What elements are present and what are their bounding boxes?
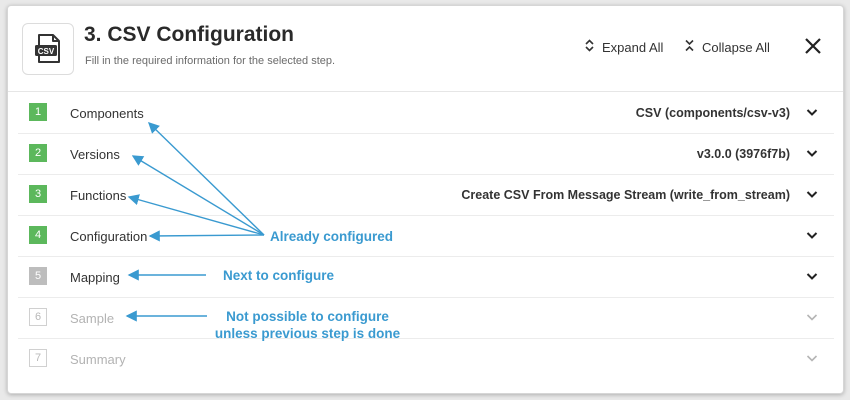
step-number-badge: 4 [29,226,47,244]
close-icon [805,38,821,54]
collapse-all-label: Collapse All [702,39,770,55]
page-subtitle: Fill in the required information for the… [85,55,336,67]
step-label: Mapping [70,269,120,285]
expand-all-label: Expand All [602,39,664,55]
step-number-badge: 6 [29,308,47,326]
step-number-badge: 3 [29,185,47,203]
step-label: Functions [70,187,127,203]
csv-configuration-panel: CSV 3. CSV Configuration Fill in the req… [7,5,844,394]
csv-file-icon: CSV [22,23,74,75]
chevron-down-icon [806,355,818,362]
annotation-next-to-configure: Next to configure [223,268,335,283]
step-row-versions[interactable]: 2 Versions v3.0.0 (3976f7b) [18,134,834,175]
step-number-badge: 2 [29,144,47,162]
step-row-configuration[interactable]: 4 Configuration [18,216,834,257]
annotation-already-configured: Already configured [270,229,394,244]
collapse-all-button[interactable]: Collapse All [684,39,770,55]
annotation-not-possible: Not possible to configure unless previou… [195,308,420,342]
chevron-down-icon [806,314,818,321]
step-value: CSV (components/csv-v3) [635,106,790,120]
step-label: Sample [70,310,115,326]
step-number-badge: 5 [29,267,47,285]
step-number-badge: 7 [29,349,47,367]
step-value: v3.0.0 (3976f7b) [696,147,790,161]
panel-header: CSV 3. CSV Configuration Fill in the req… [8,6,843,92]
chevron-down-icon[interactable] [806,148,818,158]
step-label: Components [70,105,144,121]
svg-text:CSV: CSV [38,47,55,56]
expand-all-button[interactable]: Expand All [584,39,663,55]
step-value: Create CSV From Message Stream (write_fr… [461,188,790,202]
step-label: Versions [70,146,120,162]
step-row-mapping[interactable]: 5 Mapping [18,257,834,298]
close-button[interactable] [801,34,825,58]
step-label: Configuration [70,228,148,244]
expand-icon [584,39,594,55]
chevron-down-icon[interactable] [806,271,818,281]
step-row-functions[interactable]: 3 Functions Create CSV From Message Stre… [18,175,834,216]
steps-list: 1 Components CSV (components/csv-v3) 2 V… [18,93,834,379]
step-row-components[interactable]: 1 Components CSV (components/csv-v3) [18,93,834,134]
step-label: Summary [70,351,126,367]
step-number-badge: 1 [29,103,47,121]
chevron-down-icon[interactable] [806,107,818,117]
annotation-not-possible-line1: Not possible to configure [226,309,389,324]
page-title: 3. CSV Configuration [84,23,294,46]
collapse-icon [684,39,694,55]
chevron-down-icon[interactable] [806,189,818,199]
step-row-summary: 7 Summary [18,339,834,379]
chevron-down-icon[interactable] [806,230,818,240]
step-row-sample: 6 Sample [18,298,834,339]
annotation-not-possible-line2: unless previous step is done [214,326,401,341]
